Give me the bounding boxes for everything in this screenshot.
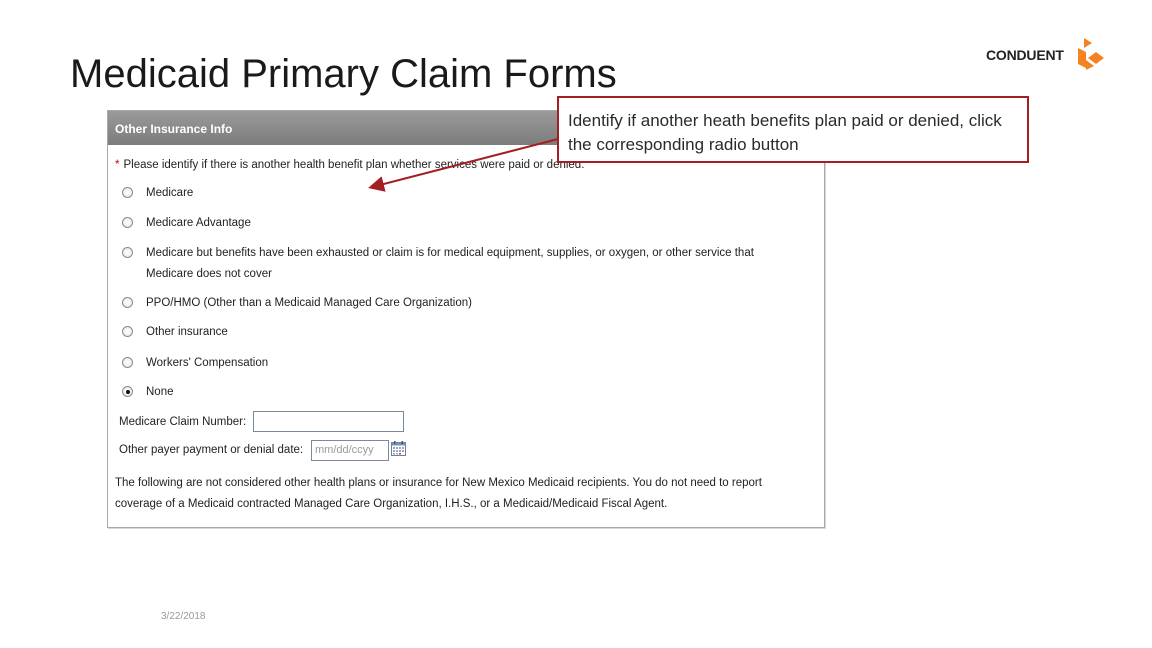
option-label: Medicare but benefits have been exhauste… xyxy=(146,247,754,259)
logo-text: CONDUENT xyxy=(986,47,1064,63)
option-label: Other insurance xyxy=(146,326,228,338)
radio-workers-compensation[interactable] xyxy=(122,357,133,368)
footer-date: 3/22/2018 xyxy=(161,611,206,622)
denial-date-label: Other payer payment or denial date: xyxy=(119,444,304,456)
radio-other-insurance[interactable] xyxy=(122,326,133,337)
radio-medicare[interactable] xyxy=(122,187,133,198)
conduent-logo: CONDUENT xyxy=(986,38,1110,72)
other-insurance-panel: Other Insurance Info * Please identify if… xyxy=(107,110,825,528)
radio-medicare-advantage[interactable] xyxy=(122,217,133,228)
medicare-claim-number-input[interactable] xyxy=(253,411,404,432)
callout-box: Identify if another heath benefits plan … xyxy=(557,96,1029,163)
note-text: The following are not considered other h… xyxy=(115,473,805,515)
radio-ppo-hmo[interactable] xyxy=(122,297,133,308)
prompt-text: * Please identify if there is another hea… xyxy=(115,159,584,171)
note-line-2: coverage of a Medicaid contracted Manage… xyxy=(115,498,668,510)
medicare-claim-number-label: Medicare Claim Number: xyxy=(119,416,247,428)
radio-medicare-exhausted[interactable] xyxy=(122,247,133,258)
required-marker: * xyxy=(115,159,120,171)
option-label: Workers' Compensation xyxy=(146,357,269,369)
calendar-icon[interactable] xyxy=(391,441,406,456)
option-label: Medicare Advantage xyxy=(146,217,251,229)
slide-title: Medicaid Primary Claim Forms xyxy=(70,52,617,96)
note-line-1: The following are not considered other h… xyxy=(115,477,762,489)
option-label-line2: Medicare does not cover xyxy=(146,268,272,280)
prompt-label: Please identify if there is another heal… xyxy=(123,159,585,171)
radio-none[interactable] xyxy=(122,386,133,397)
option-label: Medicare xyxy=(146,187,194,199)
conduent-mark-icon xyxy=(1078,38,1104,70)
denial-date-input[interactable]: mm/dd/ccyy xyxy=(311,440,389,461)
option-label: None xyxy=(146,386,174,398)
option-label: PPO/HMO (Other than a Medicaid Managed C… xyxy=(146,297,472,309)
